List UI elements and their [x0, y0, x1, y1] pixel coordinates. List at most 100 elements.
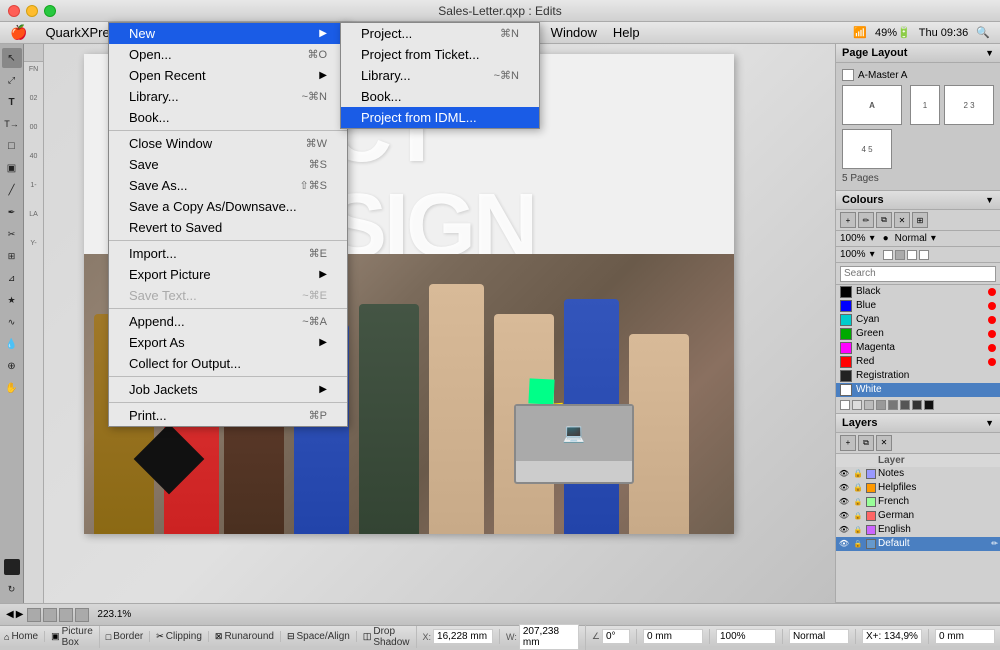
swatch-w8[interactable] — [924, 400, 934, 410]
tool-zoom[interactable]: ⊕ — [2, 356, 22, 376]
menu-open-recent[interactable]: Open Recent▶ — [109, 65, 347, 86]
swatch-w2[interactable] — [852, 400, 862, 410]
colour-row-black[interactable]: Black — [836, 285, 1000, 299]
tool-pan[interactable]: ✋ — [2, 378, 22, 398]
x-value[interactable]: 16,228 mm — [433, 629, 493, 644]
page-icon-2[interactable] — [43, 608, 57, 622]
colours-edit-btn[interactable]: ✏ — [858, 212, 874, 228]
tool-line[interactable]: ╱ — [2, 180, 22, 200]
layer-notes[interactable]: 👁 🔒 Notes — [836, 467, 1000, 481]
colour-row-green[interactable]: Green — [836, 327, 1000, 341]
colour-pct2-dropdown[interactable]: ▾ — [870, 249, 875, 260]
colour-row-white[interactable]: White — [836, 383, 1000, 397]
colour-row-registration[interactable]: Registration — [836, 369, 1000, 383]
colours-grid-btn[interactable]: ⊞ — [912, 212, 928, 228]
swatch-w4[interactable] — [876, 400, 886, 410]
colour-search-input[interactable] — [840, 266, 996, 282]
menu-book[interactable]: Book... — [109, 107, 347, 128]
page-thumb-2-3[interactable]: 2 3 — [944, 85, 994, 125]
colour-row-magenta[interactable]: Magenta — [836, 341, 1000, 355]
menu-library[interactable]: Library...~⌘N — [109, 86, 347, 107]
menu-export-picture[interactable]: Export Picture▶ — [109, 264, 347, 285]
layers-del-btn[interactable]: ✕ — [876, 435, 892, 451]
menu-export-as[interactable]: Export As▶ — [109, 332, 347, 353]
page-icon-3[interactable] — [59, 608, 73, 622]
layer-lock-notes[interactable]: 🔒 — [852, 468, 864, 480]
layer-english[interactable]: 👁 🔒 English — [836, 523, 1000, 537]
menu-print[interactable]: Print...⌘P — [109, 405, 347, 426]
layer-lock-german[interactable]: 🔒 — [852, 510, 864, 522]
tool-star[interactable]: ★ — [2, 290, 22, 310]
colour-row-blue[interactable]: Blue — [836, 299, 1000, 313]
blend-mode-dropdown[interactable]: ▾ — [931, 233, 936, 244]
page-icon-4[interactable] — [75, 608, 89, 622]
layer-lock-default[interactable]: 🔒 — [852, 538, 864, 550]
new-project-idml[interactable]: Project from IDML... — [341, 107, 539, 128]
layer-lock-french[interactable]: 🔒 — [852, 496, 864, 508]
page-thumb-4-5[interactable]: 4 5 — [842, 129, 892, 169]
colours-dup-btn[interactable]: ⧉ — [876, 212, 892, 228]
maximize-button[interactable] — [44, 5, 56, 17]
tool-bezier2[interactable]: ∿ — [2, 312, 22, 332]
menu-job-jackets[interactable]: Job Jackets▶ — [109, 379, 347, 400]
layers-dup-btn[interactable]: ⧉ — [858, 435, 874, 451]
mm-value[interactable]: 0 mm — [643, 629, 703, 644]
w-value[interactable]: 207,238 mm — [519, 624, 579, 650]
layers-new-btn[interactable]: + — [840, 435, 856, 451]
colour-row-red[interactable]: Red — [836, 355, 1000, 369]
swatch-reg-small[interactable] — [919, 250, 929, 260]
minimize-button[interactable] — [26, 5, 38, 17]
swatch-w6[interactable] — [900, 400, 910, 410]
colour-row-cyan[interactable]: Cyan — [836, 313, 1000, 327]
menu-append[interactable]: Append...~⌘A — [109, 311, 347, 332]
layer-french[interactable]: 👁 🔒 French — [836, 495, 1000, 509]
xplus-value[interactable]: 0 mm — [935, 629, 995, 644]
swatch-w5[interactable] — [888, 400, 898, 410]
page-thumb-master[interactable]: A — [842, 85, 902, 125]
pct-value1[interactable]: 100% — [716, 629, 776, 644]
layers-header[interactable]: Layers ▼ — [836, 414, 1000, 433]
window-controls[interactable] — [8, 5, 56, 17]
tool-bezier[interactable]: ✒ — [2, 202, 22, 222]
new-project-ticket[interactable]: Project from Ticket... — [341, 44, 539, 65]
layer-german[interactable]: 👁 🔒 German — [836, 509, 1000, 523]
colours-new-btn[interactable]: + — [840, 212, 856, 228]
layer-eye-french[interactable]: 👁 — [838, 496, 850, 508]
menu-revert[interactable]: Revert to Saved — [109, 217, 347, 238]
page-layout-header[interactable]: Page Layout ▼ — [836, 44, 1000, 63]
menu-window[interactable]: Window — [543, 23, 605, 42]
tool-link-text[interactable]: T→ — [2, 114, 22, 134]
menu-close-window[interactable]: Close Window⌘W — [109, 133, 347, 154]
tool-eyedropper[interactable]: 💧 — [2, 334, 22, 354]
new-book[interactable]: Book... — [341, 86, 539, 107]
layer-eye-german[interactable]: 👁 — [838, 510, 850, 522]
tool-rect-box[interactable]: □ — [2, 136, 22, 156]
xpct-value[interactable]: X+: 134,9% — [862, 629, 922, 644]
menu-save[interactable]: Save⌘S — [109, 154, 347, 175]
normal-value[interactable]: Normal — [789, 629, 849, 644]
apple-menu[interactable]: 🍎 — [0, 24, 37, 41]
swatch-w7[interactable] — [912, 400, 922, 410]
swatch-gray-small[interactable] — [895, 250, 905, 260]
tool-scissors[interactable]: ✂ — [2, 224, 22, 244]
tool-composition[interactable]: ⊿ — [2, 268, 22, 288]
layer-eye-notes[interactable]: 👁 — [838, 468, 850, 480]
layer-eye-default[interactable]: 👁 — [838, 538, 850, 550]
menu-collect-output[interactable]: Collect for Output... — [109, 353, 347, 374]
menu-help[interactable]: Help — [605, 23, 648, 42]
new-project[interactable]: Project...⌘N — [341, 23, 539, 44]
layer-lock-english[interactable]: 🔒 — [852, 524, 864, 536]
layer-eye-helpfiles[interactable]: 👁 — [838, 482, 850, 494]
layer-default[interactable]: 👁 🔒 Default ✏ — [836, 537, 1000, 551]
tool-table[interactable]: ⊞ — [2, 246, 22, 266]
menu-import[interactable]: Import...⌘E — [109, 243, 347, 264]
new-library[interactable]: Library...~⌘N — [341, 65, 539, 86]
tool-pointer[interactable]: ↖ — [2, 48, 22, 68]
page-prev-btn[interactable]: ◀ — [6, 609, 14, 620]
page-thumb-1[interactable]: 1 — [910, 85, 940, 125]
tool-rotate[interactable]: ↻ — [2, 579, 22, 599]
search-icon[interactable]: 🔍 — [976, 26, 990, 39]
angle-value[interactable]: 0° — [602, 629, 630, 644]
menu-save-as[interactable]: Save As...⇧⌘S — [109, 175, 347, 196]
tool-text[interactable]: T — [2, 92, 22, 112]
